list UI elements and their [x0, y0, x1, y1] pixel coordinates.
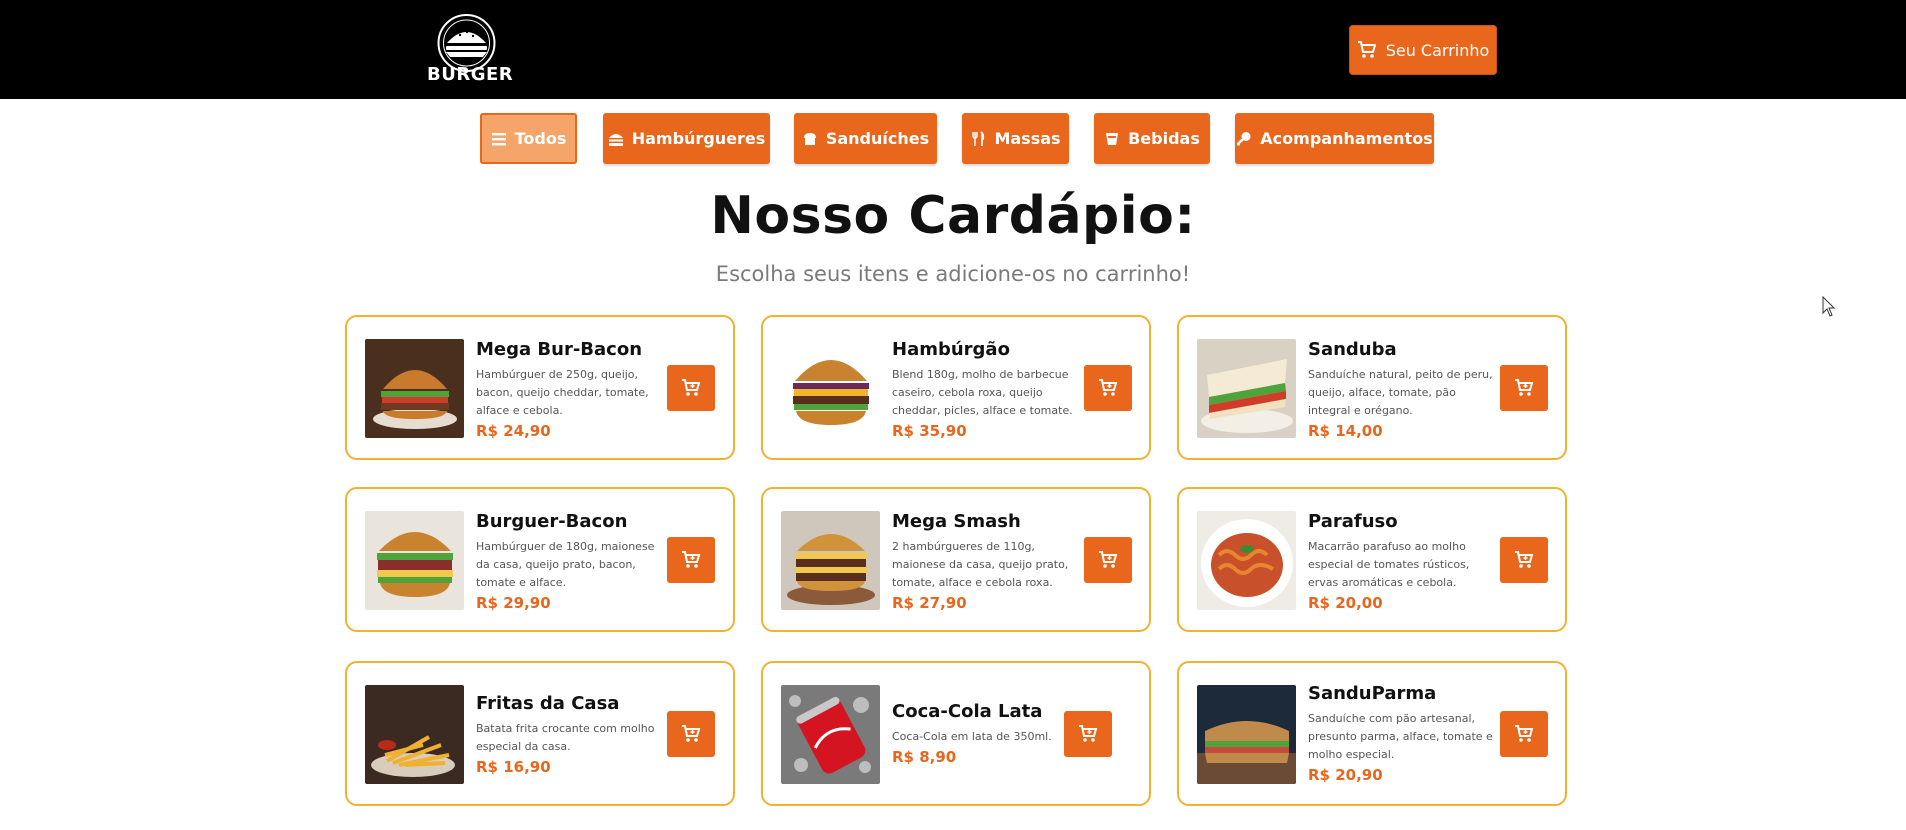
- filter-label: Bebidas: [1128, 129, 1200, 148]
- page-subtitle: Escolha seus itens e adicione-os no carr…: [715, 262, 1191, 286]
- add-to-cart-button[interactable]: [1500, 365, 1548, 411]
- item-description: Sanduíche com pão artesanal, presunto pa…: [1308, 712, 1493, 761]
- brand-logo[interactable]: BURGER: [427, 13, 514, 87]
- item-price: R$ 35,90: [892, 422, 967, 440]
- add-to-cart-button[interactable]: [1084, 537, 1132, 583]
- item-name: Hambúrgão: [892, 339, 1010, 360]
- filter-label: Todos: [514, 129, 567, 148]
- cart-icon: [1357, 41, 1376, 58]
- item-name: SanduParma: [1308, 683, 1437, 704]
- item-name: Fritas da Casa: [476, 693, 620, 714]
- filter-bebidas[interactable]: Bebidas: [1094, 113, 1210, 164]
- cart-plus-icon: [682, 725, 701, 742]
- drink-icon: [1106, 132, 1119, 145]
- item-description: Hambúrguer de 180g, maionese da casa, qu…: [476, 540, 655, 589]
- item-name: Burguer-Bacon: [476, 511, 628, 532]
- top-bar: BURGER Seu Carrinho: [0, 0, 1906, 99]
- item-description: Batata frita crocante com molho especial…: [476, 722, 655, 753]
- add-to-cart-button[interactable]: [1084, 365, 1132, 411]
- item-name: Sanduba: [1308, 339, 1397, 360]
- mouse-cursor-icon: [1822, 296, 1836, 317]
- add-to-cart-button[interactable]: [667, 711, 715, 757]
- menu-item-card: Sanduba Sanduíche natural, peito de peru…: [1177, 315, 1567, 460]
- item-price: R$ 14,00: [1308, 422, 1383, 440]
- item-description: Coca-Cola em lata de 350ml.: [892, 730, 1052, 743]
- menu-item-card: Burguer-Bacon Hambúrguer de 180g, maione…: [345, 487, 735, 632]
- burger-photo: [781, 339, 880, 438]
- cart-plus-icon: [682, 551, 701, 568]
- pasta-photo: [1197, 511, 1296, 610]
- item-name: Parafuso: [1308, 511, 1398, 532]
- burger-photo: [365, 339, 464, 438]
- logo-text: BURGER: [427, 64, 514, 85]
- filter-label: Acompanhamentos: [1260, 129, 1433, 148]
- menu-item-card: SanduParma Sanduíche com pão artesanal, …: [1177, 661, 1567, 806]
- cart-plus-icon: [1515, 551, 1534, 568]
- cart-button[interactable]: Seu Carrinho: [1349, 25, 1497, 75]
- sandwich-photo: [1197, 685, 1296, 784]
- item-price: R$ 16,90: [476, 758, 551, 776]
- item-name: Mega Bur-Bacon: [476, 339, 643, 360]
- add-to-cart-button[interactable]: [667, 537, 715, 583]
- filter-todos[interactable]: Todos: [480, 113, 577, 164]
- filter-sanduiches[interactable]: Sanduíches: [794, 113, 937, 164]
- menu-icon: [491, 132, 506, 145]
- item-description: Macarrão parafuso ao molho especial de t…: [1308, 540, 1470, 589]
- cart-plus-icon: [1099, 551, 1118, 568]
- item-description: Hambúrguer de 250g, queijo, bacon, queij…: [476, 368, 649, 417]
- menu-item-card: Coca-Cola Lata Coca-Cola em lata de 350m…: [761, 661, 1151, 806]
- filter-massas[interactable]: Massas: [962, 113, 1069, 164]
- drumstick-icon: [1237, 131, 1251, 146]
- filter-hamburgueres[interactable]: Hambúrgueres: [603, 113, 770, 164]
- cart-plus-icon: [682, 379, 701, 396]
- sandwich-photo: [1197, 339, 1296, 438]
- menu-item-card: Fritas da Casa Batata frita crocante com…: [345, 661, 735, 806]
- cart-plus-icon: [1515, 725, 1534, 742]
- item-name: Coca-Cola Lata: [892, 701, 1043, 722]
- cart-plus-icon: [1079, 725, 1098, 742]
- filter-label: Sanduíches: [825, 129, 930, 148]
- utensils-icon: [972, 130, 985, 146]
- filter-label: Hambúrgueres: [631, 129, 766, 148]
- cart-button-label: Seu Carrinho: [1385, 40, 1490, 60]
- item-description: Blend 180g, molho de barbecue caseiro, c…: [892, 368, 1073, 417]
- page-title: Nosso Cardápio:: [710, 186, 1196, 246]
- menu-item-card: Hambúrgão Blend 180g, molho de barbecue …: [761, 315, 1151, 460]
- add-to-cart-button[interactable]: [1500, 711, 1548, 757]
- category-filters: Todos Hambúrgueres Sanduíches Massas Beb…: [0, 113, 1906, 165]
- item-price: R$ 20,90: [1308, 766, 1383, 784]
- item-name: Mega Smash: [892, 511, 1021, 532]
- add-to-cart-button[interactable]: [1064, 711, 1112, 757]
- burger-icon: [608, 133, 623, 146]
- item-price: R$ 29,90: [476, 594, 551, 612]
- item-description: 2 hambúrgueres de 110g, maionese da casa…: [892, 540, 1069, 589]
- soda-can-photo: [781, 685, 880, 784]
- add-to-cart-button[interactable]: [1500, 537, 1548, 583]
- add-to-cart-button[interactable]: [667, 365, 715, 411]
- cart-plus-icon: [1099, 379, 1118, 396]
- filter-acompanhamentos[interactable]: Acompanhamentos: [1235, 113, 1434, 164]
- burger-photo: [365, 511, 464, 610]
- item-price: R$ 8,90: [892, 748, 957, 766]
- bread-icon: [803, 132, 816, 145]
- menu-item-card: Parafuso Macarrão parafuso ao molho espe…: [1177, 487, 1567, 632]
- fries-photo: [365, 685, 464, 784]
- filter-label: Massas: [994, 129, 1061, 148]
- item-description: Sanduíche natural, peito de peru, queijo…: [1308, 368, 1493, 417]
- burger-photo: [781, 511, 880, 610]
- item-price: R$ 24,90: [476, 422, 551, 440]
- item-price: R$ 20,00: [1308, 594, 1383, 612]
- cart-plus-icon: [1515, 379, 1534, 396]
- menu-item-card: Mega Bur-Bacon Hambúrguer de 250g, queij…: [345, 315, 735, 460]
- menu-item-card: Mega Smash 2 hambúrgueres de 110g, maion…: [761, 487, 1151, 632]
- item-price: R$ 27,90: [892, 594, 967, 612]
